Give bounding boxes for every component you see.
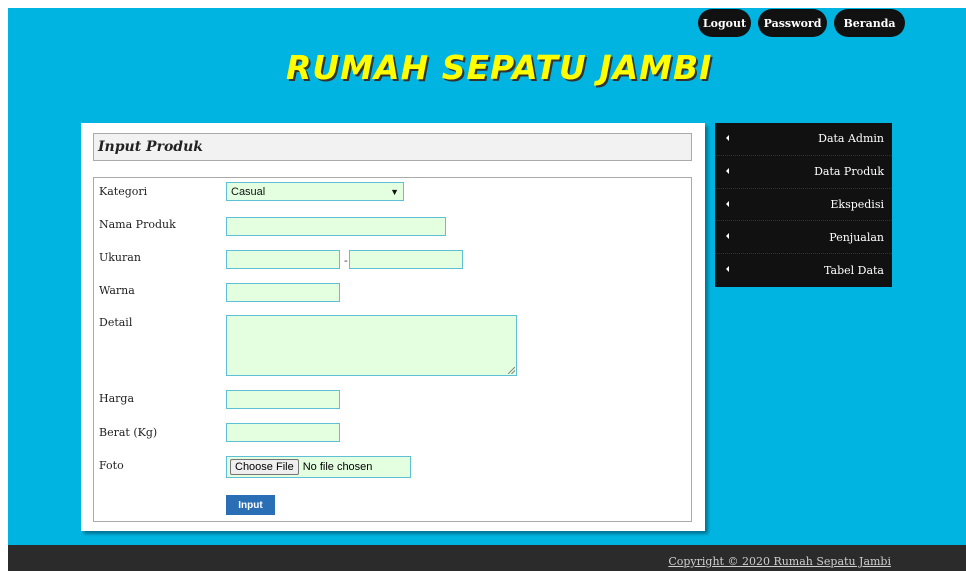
chevron-down-icon: ▼ xyxy=(390,187,399,197)
caret-left-icon xyxy=(726,167,729,174)
kategori-selected-value: Casual xyxy=(231,185,266,198)
harga-label: Harga xyxy=(99,392,135,405)
password-button[interactable]: Password xyxy=(758,9,827,37)
caret-left-icon xyxy=(726,200,729,207)
ukuran-separator: - xyxy=(344,254,348,267)
harga-input[interactable] xyxy=(226,390,340,409)
kategori-select[interactable]: Casual ▼ xyxy=(226,182,404,201)
file-status: No file chosen xyxy=(302,461,373,473)
input-produk-panel: Input Produk Kategori Casual ▼ Nama Prod… xyxy=(81,123,705,531)
kategori-label: Kategori xyxy=(99,185,148,198)
sidebar-item-tabel-data[interactable]: Tabel Data xyxy=(715,254,892,287)
warna-label: Warna xyxy=(99,284,135,297)
nama-produk-input[interactable] xyxy=(226,217,446,236)
detail-textarea[interactable] xyxy=(226,315,517,376)
sidebar-item-ekspedisi[interactable]: Ekspedisi xyxy=(715,189,892,222)
footer: Copyright © 2020 Rumah Sepatu Jambi xyxy=(8,545,966,571)
sidebar-item-label: Tabel Data xyxy=(824,264,884,278)
nama-produk-label: Nama Produk xyxy=(99,218,176,231)
sidebar-item-data-produk[interactable]: Data Produk xyxy=(715,156,892,189)
caret-left-icon xyxy=(726,266,729,273)
ukuran-label: Ukuran xyxy=(99,251,141,264)
sidebar-item-label: Penjualan xyxy=(829,230,884,244)
ukuran-max-input[interactable] xyxy=(349,250,463,269)
top-nav: Logout Password Beranda xyxy=(698,9,905,37)
sidebar-item-data-admin[interactable]: Data Admin xyxy=(715,123,892,156)
resize-handle-icon[interactable] xyxy=(508,367,515,374)
site-title: RUMAH SEPATU JAMBI xyxy=(286,48,713,87)
caret-left-icon xyxy=(726,233,729,240)
foto-file-input[interactable]: Choose File No file chosen xyxy=(226,456,411,478)
warna-input[interactable] xyxy=(226,283,340,302)
sidebar-item-label: Data Admin xyxy=(818,132,884,146)
sidebar-item-label: Ekspedisi xyxy=(830,197,884,211)
page: Logout Password Beranda RUMAH SEPATU JAM… xyxy=(8,8,966,571)
panel-title: Input Produk xyxy=(98,139,203,155)
foto-label: Foto xyxy=(99,459,124,472)
berat-label: Berat (Kg) xyxy=(99,426,158,439)
sidebar-menu: Data Admin Data Produk Ekspedisi Penjual… xyxy=(715,123,892,287)
copyright-link[interactable]: Copyright © 2020 Rumah Sepatu Jambi xyxy=(668,555,891,568)
berat-input[interactable] xyxy=(226,423,340,442)
detail-label: Detail xyxy=(99,316,133,329)
sidebar-item-label: Data Produk xyxy=(814,165,884,179)
ukuran-min-input[interactable] xyxy=(226,250,340,269)
beranda-button[interactable]: Beranda xyxy=(834,9,905,37)
sidebar-item-penjualan[interactable]: Penjualan xyxy=(715,221,892,255)
product-form: Kategori Casual ▼ Nama Produk Ukuran - W… xyxy=(93,177,692,522)
caret-left-icon xyxy=(726,135,729,141)
input-submit-button[interactable]: Input xyxy=(226,495,275,515)
logout-button[interactable]: Logout xyxy=(698,9,751,37)
panel-header: Input Produk xyxy=(93,133,692,161)
choose-file-button[interactable]: Choose File xyxy=(230,459,299,475)
